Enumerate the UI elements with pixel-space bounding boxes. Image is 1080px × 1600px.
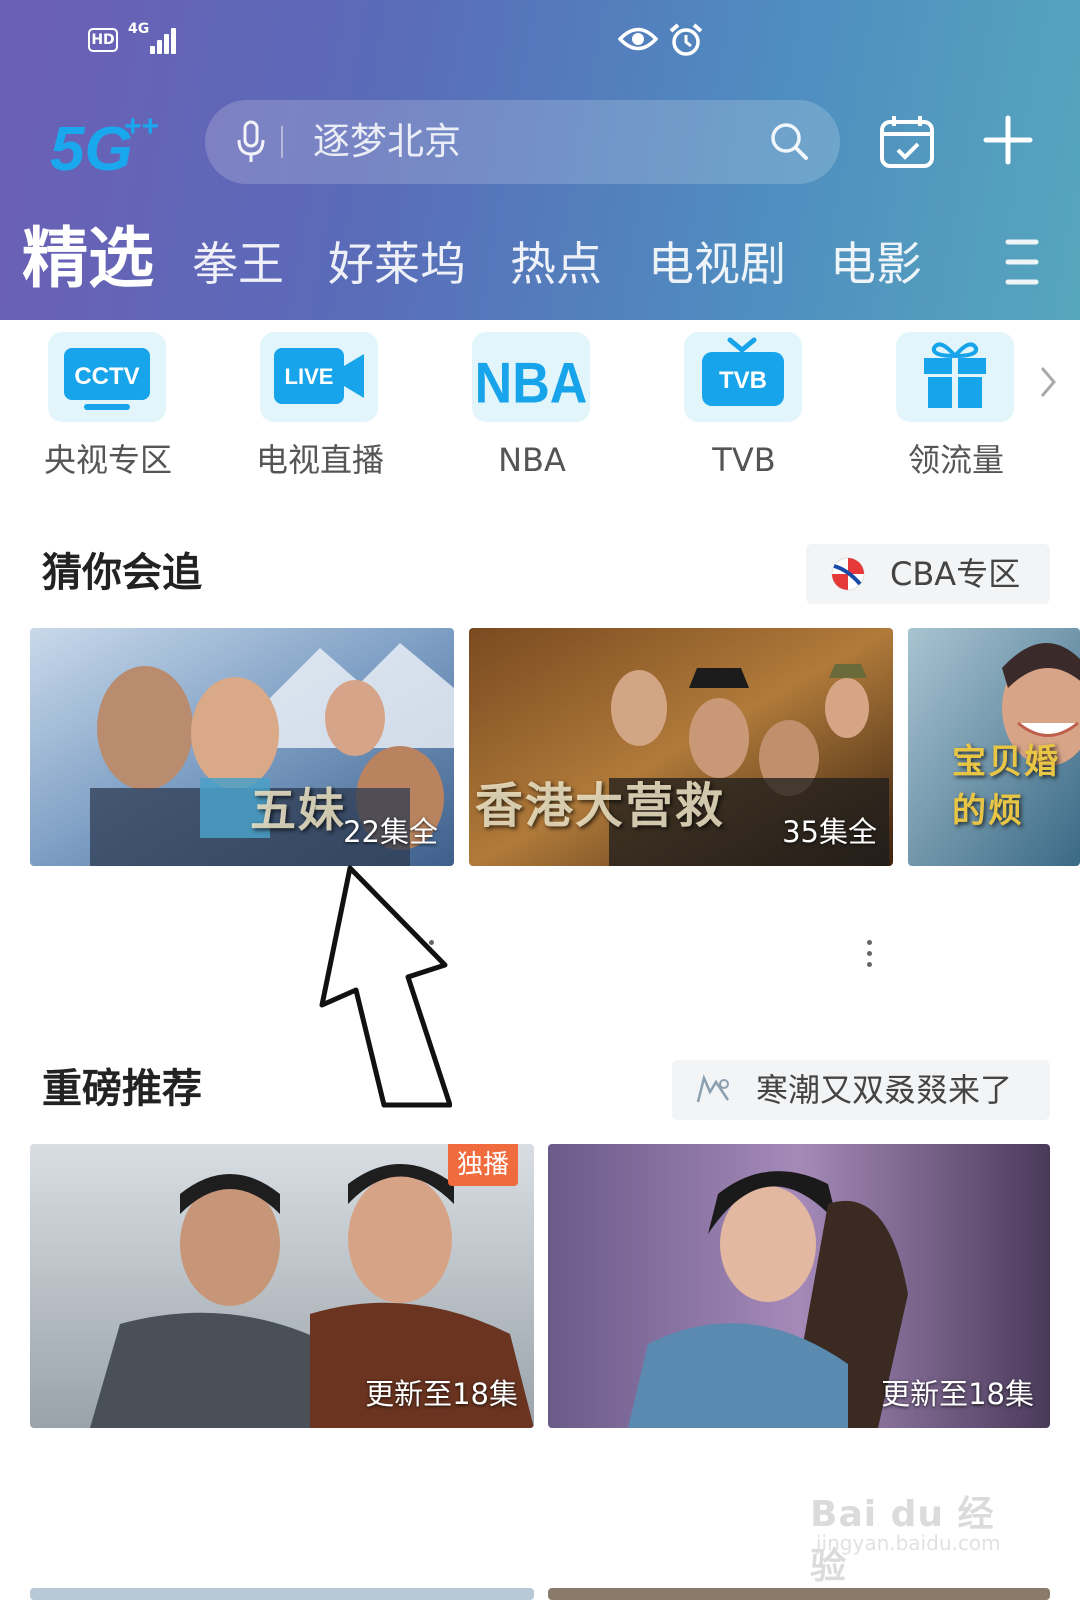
section-title-guess: 猜你会追 bbox=[42, 550, 202, 596]
search-icon[interactable] bbox=[768, 120, 810, 162]
live-icon: LIVE bbox=[260, 332, 378, 422]
chevron-right-icon[interactable] bbox=[1038, 362, 1058, 402]
cctv-icon: CCTV bbox=[48, 332, 166, 422]
svg-text:NBA: NBA bbox=[475, 351, 588, 415]
alarm-icon bbox=[669, 23, 703, 56]
tab-boxing-king[interactable]: 拳王 bbox=[192, 236, 284, 292]
svg-text:5G: 5G bbox=[50, 115, 133, 178]
episode-count: 更新至18集 bbox=[365, 1377, 518, 1411]
svg-text:CCTV: CCTV bbox=[74, 363, 139, 390]
nba-icon: NBA bbox=[472, 332, 590, 422]
video-card[interactable] bbox=[548, 1588, 1050, 1600]
exclusive-badge: 独播 bbox=[448, 1144, 518, 1186]
search-bar[interactable]: 逐梦北京 bbox=[205, 100, 840, 184]
topic-icon bbox=[696, 1074, 730, 1103]
video-card[interactable]: 五妹 22集全 bbox=[30, 628, 454, 866]
cba-tag-button[interactable]: CBA专区 bbox=[806, 544, 1050, 604]
tab-menu-icon[interactable] bbox=[1002, 236, 1042, 288]
video-card[interactable]: 香港大营救 35集全 bbox=[469, 628, 893, 866]
eye-icon bbox=[618, 27, 658, 51]
tab-hollywood[interactable]: 好莱坞 bbox=[328, 236, 466, 292]
tab-tv-series[interactable]: 电视剧 bbox=[648, 236, 786, 292]
shortcut-tvb[interactable]: TVB TVB bbox=[664, 332, 824, 492]
5g-logo[interactable]: 5G ++ bbox=[50, 108, 160, 178]
plus-icon[interactable] bbox=[982, 114, 1034, 166]
search-divider bbox=[281, 126, 283, 158]
poster-title: 香港大营救 bbox=[475, 778, 726, 834]
shortcut-nba[interactable]: NBA NBA bbox=[452, 332, 612, 492]
status-bar: HD 4G bbox=[0, 0, 1080, 80]
search-input[interactable]: 逐梦北京 bbox=[313, 118, 461, 166]
app-screen: HD 4G 5G ++ 逐梦北京 精选 拳王 好莱坞 热点 电视剧 电影 CCT… bbox=[0, 0, 1080, 1600]
tvb-icon: TVB bbox=[684, 332, 802, 422]
shortcut-label: 领流量 bbox=[907, 441, 1004, 479]
episode-count: 35集全 bbox=[782, 815, 877, 849]
tab-movies[interactable]: 电影 bbox=[830, 236, 922, 292]
shortcut-label: 电视直播 bbox=[255, 441, 384, 479]
shortcut-label: NBA bbox=[498, 441, 566, 479]
gift-icon bbox=[896, 332, 1014, 422]
episode-count: 更新至18集 bbox=[881, 1377, 1034, 1411]
shortcut-label: TVB bbox=[712, 441, 776, 479]
video-card[interactable]: 独播 更新至18集 bbox=[30, 1144, 534, 1428]
episode-count: 22集全 bbox=[343, 815, 438, 849]
annotation-arrow-icon bbox=[319, 865, 452, 1108]
video-card[interactable] bbox=[30, 1588, 534, 1600]
tab-featured[interactable]: 精选 bbox=[22, 222, 154, 296]
watermark-logo: Bai du 经验 jingyan.baidu.com bbox=[810, 1455, 1010, 1587]
svg-text:++: ++ bbox=[124, 110, 159, 143]
topic-tag-label: 寒潮又双叒叕来了 bbox=[756, 1071, 1013, 1109]
network-label: 4G bbox=[128, 21, 150, 37]
tab-bar: 精选 拳王 好莱坞 热点 电视剧 电影 bbox=[22, 222, 1080, 302]
svg-text:TVB: TVB bbox=[719, 367, 767, 394]
svg-text:LIVE: LIVE bbox=[285, 364, 334, 389]
topic-tag-button[interactable]: 寒潮又双叒叕来了 bbox=[672, 1060, 1050, 1120]
header: HD 4G 5G ++ 逐梦北京 精选 拳王 好莱坞 热点 电视剧 电影 bbox=[0, 0, 1080, 320]
hd-badge: HD bbox=[88, 28, 118, 52]
poster-title: 五妹 bbox=[250, 783, 346, 837]
tab-hot[interactable]: 热点 bbox=[510, 236, 602, 292]
calendar-icon[interactable] bbox=[878, 112, 936, 170]
cba-tag-label: CBA专区 bbox=[890, 555, 1021, 593]
shortcut-cctv[interactable]: CCTV 央视专区 bbox=[28, 332, 188, 492]
mic-icon[interactable] bbox=[235, 120, 267, 164]
signal-icon bbox=[150, 24, 184, 54]
poster-title: 宝贝婚的烦 bbox=[952, 742, 1060, 831]
shortcut-row: CCTV 央视专区 LIVE 电视直播 NBA NBA TVB TVB 领流量 bbox=[0, 320, 1080, 490]
video-card[interactable]: 更新至18集 bbox=[548, 1144, 1050, 1428]
section-title-recommend: 重磅推荐 bbox=[42, 1066, 202, 1112]
shortcut-traffic[interactable]: 领流量 bbox=[876, 332, 1036, 492]
video-card[interactable]: 宝贝婚的烦 bbox=[908, 628, 1080, 866]
shortcut-label: 央视专区 bbox=[43, 441, 172, 479]
cba-logo-icon bbox=[831, 557, 865, 591]
watermark-url: jingyan.baidu.com bbox=[816, 1531, 1001, 1555]
more-options-icon[interactable] bbox=[864, 940, 874, 970]
shortcut-live[interactable]: LIVE 电视直播 bbox=[240, 332, 400, 492]
